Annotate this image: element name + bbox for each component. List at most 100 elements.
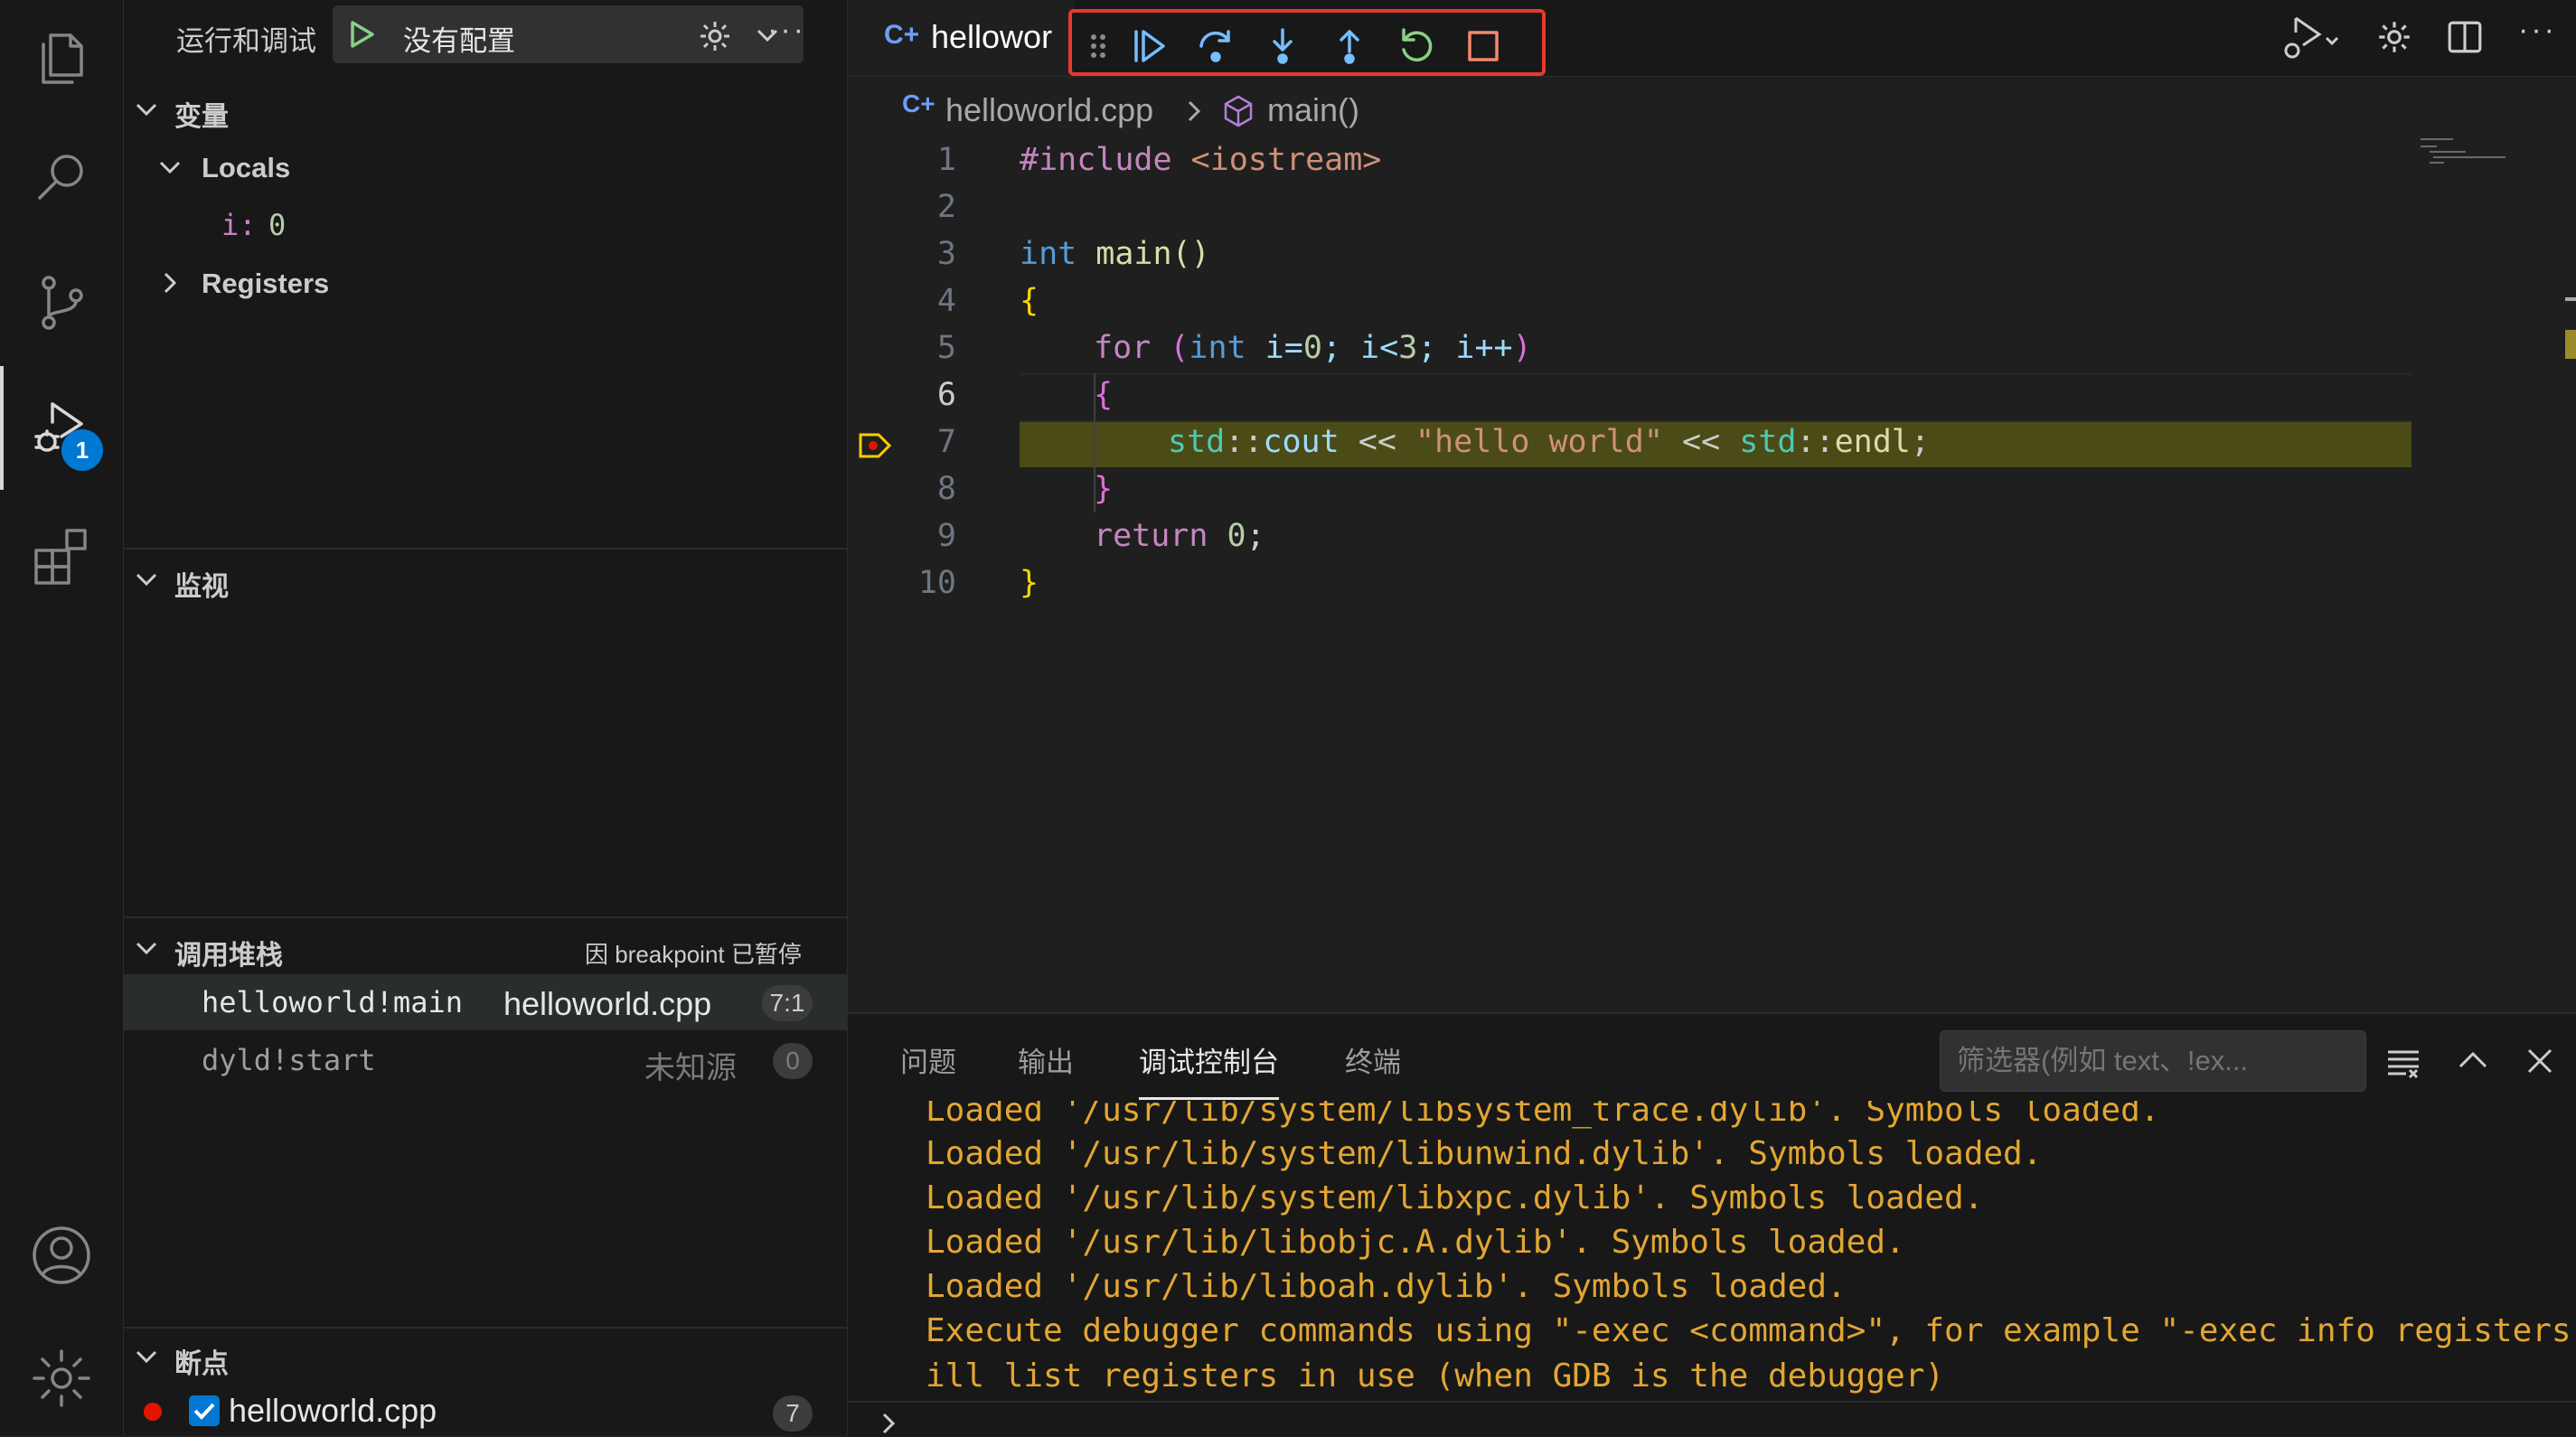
settings-gear-icon[interactable] bbox=[2375, 18, 2413, 56]
debug-badge: 1 bbox=[61, 429, 103, 471]
maximize-panel-icon[interactable] bbox=[2455, 1043, 2491, 1079]
tab-terminal[interactable]: 终端 bbox=[1345, 1039, 1401, 1080]
stop-icon bbox=[1468, 31, 1499, 61]
code-line-6[interactable]: { bbox=[1094, 377, 1113, 413]
code-line-1[interactable]: #include <iostream> bbox=[1020, 142, 1381, 178]
stop-button[interactable] bbox=[1457, 20, 1509, 72]
step-out-button[interactable] bbox=[1323, 20, 1376, 72]
breadcrumb-symbol[interactable]: main() bbox=[1267, 91, 1359, 129]
code-editor[interactable]: C+ helloworld.cpp main() 1 2 3 4 5 6 7 8… bbox=[848, 77, 2576, 1012]
console-input[interactable] bbox=[911, 1404, 2538, 1437]
keyword-token: return bbox=[1094, 518, 1208, 554]
console-line: Loaded '/usr/lib/system/libsystem_trace.… bbox=[926, 1101, 2160, 1129]
cpp-file-icon: C+ bbox=[902, 89, 935, 117]
variable-value[interactable]: 0 bbox=[268, 208, 286, 242]
type-token: int bbox=[1189, 330, 1246, 366]
restart-icon bbox=[1402, 28, 1433, 61]
chevron-down-icon[interactable] bbox=[133, 935, 160, 962]
code-line-7[interactable]: std::cout << "hello world" << std::endl; bbox=[1168, 424, 1930, 460]
callstack-title[interactable]: 调用堆栈 bbox=[174, 933, 283, 972]
step-into-button[interactable] bbox=[1256, 20, 1309, 72]
console-filter-input[interactable] bbox=[1940, 1030, 2366, 1092]
chevron-down-icon[interactable] bbox=[133, 1343, 160, 1370]
line-number-current: 6 bbox=[936, 377, 956, 413]
accounts-icon[interactable] bbox=[0, 1197, 123, 1314]
drag-handle-icon[interactable] bbox=[1085, 20, 1112, 72]
breakpoint-file[interactable]: helloworld.cpp bbox=[229, 1392, 437, 1430]
console-prompt-chevron-icon bbox=[882, 1413, 896, 1434]
open-launch-json-gear-icon[interactable] bbox=[697, 18, 733, 54]
step-over-icon bbox=[1199, 30, 1230, 62]
console-line: Loaded '/usr/lib/system/libunwind.dylib'… bbox=[926, 1135, 2043, 1172]
breakpoint-checkbox[interactable] bbox=[189, 1395, 220, 1426]
more-actions-icon[interactable]: ··· bbox=[767, 13, 806, 48]
source-control-icon[interactable] bbox=[0, 244, 123, 362]
chevron-right-icon[interactable] bbox=[156, 269, 183, 296]
minimap-line bbox=[2430, 151, 2466, 153]
tab-label: hellowor bbox=[931, 18, 1053, 55]
code-line-3[interactable]: int main() bbox=[1020, 236, 1210, 272]
keyword-token: for bbox=[1094, 330, 1152, 366]
continue-button[interactable] bbox=[1123, 20, 1175, 72]
namespace-token: std bbox=[1168, 424, 1226, 460]
manage-gear-icon[interactable] bbox=[0, 1320, 123, 1437]
step-over-button[interactable] bbox=[1189, 20, 1242, 72]
locals-scope[interactable]: Locals bbox=[202, 152, 290, 184]
explorer-icon[interactable] bbox=[0, 0, 123, 117]
code-line-9[interactable]: return 0; bbox=[1094, 518, 1265, 554]
scrollbar-breakpoint-marker bbox=[2565, 330, 2576, 359]
tab-output[interactable]: 输出 bbox=[1018, 1039, 1074, 1080]
more-actions-icon[interactable]: ··· bbox=[2518, 13, 2557, 48]
brace-token: } bbox=[1020, 565, 1039, 601]
sidebar-title: 运行和调试 bbox=[176, 25, 316, 57]
run-debug-dropdown-icon[interactable] bbox=[2280, 13, 2343, 63]
callstack-frame-selected[interactable]: helloworld!main helloworld.cpp 7:1 bbox=[124, 974, 847, 1030]
variable-token: cout bbox=[1263, 424, 1340, 460]
restart-button[interactable] bbox=[1390, 20, 1443, 72]
chevron-down-icon[interactable] bbox=[156, 154, 183, 181]
extensions-icon[interactable] bbox=[0, 497, 123, 615]
minimap-line bbox=[2421, 138, 2453, 140]
console-line: Loaded '/usr/lib/liboah.dylib'. Symbols … bbox=[926, 1268, 1847, 1305]
split-editor-icon[interactable] bbox=[2446, 18, 2484, 56]
breakpoints-title[interactable]: 断点 bbox=[174, 1341, 229, 1381]
registers-scope[interactable]: Registers bbox=[202, 268, 329, 300]
pause-status-text: 因 breakpoint 已暂停 bbox=[585, 941, 802, 968]
line-number: 1 bbox=[936, 142, 956, 178]
variable-name[interactable]: i: bbox=[221, 208, 257, 242]
step-out-icon bbox=[1340, 30, 1359, 64]
variables-title[interactable]: 变量 bbox=[174, 94, 229, 134]
watch-title[interactable]: 监视 bbox=[174, 564, 229, 604]
tab-problems[interactable]: 问题 bbox=[900, 1039, 956, 1080]
paren-token: ( bbox=[1151, 330, 1189, 366]
checkmark-icon bbox=[193, 1403, 215, 1420]
chevron-down-icon[interactable] bbox=[133, 96, 160, 123]
function-token: endl bbox=[1834, 424, 1911, 460]
search-icon[interactable] bbox=[0, 117, 123, 235]
section-divider bbox=[124, 1327, 847, 1329]
tab-debug-console[interactable]: 调试控制台 bbox=[1139, 1039, 1279, 1100]
code-line-5[interactable]: for (int i=0; i<3; i++) bbox=[1094, 330, 1532, 366]
code-line-8[interactable]: } bbox=[1094, 471, 1113, 507]
line-number: 10 bbox=[917, 565, 956, 601]
tab-helloworld-cpp[interactable]: C+ hellowor bbox=[848, 0, 1074, 76]
close-panel-icon[interactable] bbox=[2522, 1043, 2558, 1079]
callstack-frame[interactable]: dyld!start 未知源 0 bbox=[124, 1032, 847, 1088]
code-line-10[interactable]: } bbox=[1020, 565, 1039, 601]
type-token: int bbox=[1020, 236, 1077, 272]
text-token: i= bbox=[1246, 330, 1303, 366]
minimap[interactable] bbox=[2421, 138, 2520, 174]
debug-toolbar bbox=[1068, 9, 1546, 76]
console-line: Execute debugger commands using "-exec <… bbox=[926, 1312, 2576, 1349]
code-line-4[interactable]: { bbox=[1020, 283, 1039, 319]
chevron-down-icon[interactable] bbox=[133, 566, 160, 593]
debug-console-output[interactable]: Loaded '/usr/lib/system/libsystem_trace.… bbox=[848, 1101, 2576, 1350]
callstack-status: 因 breakpoint 已暂停 bbox=[585, 936, 802, 970]
console-line: Loaded '/usr/lib/system/libxpc.dylib'. S… bbox=[926, 1179, 1984, 1216]
start-debugging-icon[interactable] bbox=[345, 18, 378, 51]
breadcrumb-file[interactable]: helloworld.cpp bbox=[945, 91, 1153, 129]
run-debug-icon[interactable] bbox=[0, 371, 123, 488]
clear-console-icon[interactable] bbox=[2384, 1043, 2422, 1081]
line-number: 5 bbox=[936, 330, 956, 366]
